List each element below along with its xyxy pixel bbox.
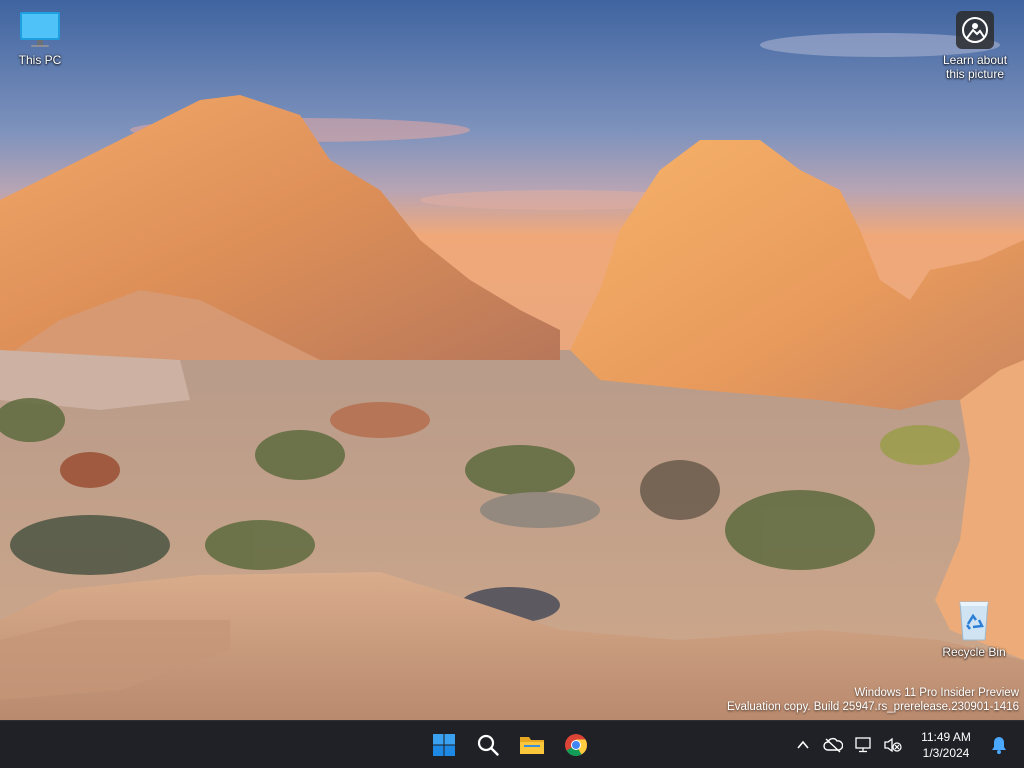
- desktop[interactable]: This PC Learn about this picture Recycle…: [0, 0, 1024, 720]
- watermark-line-edition: Windows 11 Pro Insider Preview: [854, 687, 1019, 699]
- search-icon: [477, 734, 499, 756]
- search-button[interactable]: [468, 725, 508, 765]
- notifications-button[interactable]: [984, 725, 1014, 765]
- clock[interactable]: 11:49 AM 1/3/2024: [914, 729, 978, 761]
- folder-icon: [520, 737, 544, 754]
- onedrive-button[interactable]: [818, 725, 848, 765]
- taskbar-pinned-apps: [424, 725, 596, 765]
- show-hidden-icons-button[interactable]: [788, 725, 818, 765]
- desktop-icon-learn-about-picture[interactable]: Learn about this picture: [934, 10, 1016, 81]
- camera-spotlight-icon: [956, 11, 994, 49]
- windows-logo-icon: [433, 734, 455, 756]
- monitor-icon: [20, 12, 60, 47]
- taskbar: 11:49 AM 1/3/2024: [0, 720, 1024, 768]
- wallpaper-image: [0, 0, 1024, 720]
- chrome-icon: [565, 734, 587, 756]
- volume-muted-icon: [884, 737, 902, 753]
- watermark-line-build: Evaluation copy. Build 25947.rs_prerelea…: [727, 701, 1019, 713]
- chrome-button[interactable]: [556, 725, 596, 765]
- clock-date: 1/3/2024: [922, 746, 970, 760]
- desktop-icon-label: Learn about this picture: [942, 53, 1008, 81]
- cloud-offline-icon: [823, 737, 843, 753]
- desktop-icon-recycle-bin[interactable]: Recycle Bin: [934, 598, 1014, 659]
- system-tray: 11:49 AM 1/3/2024: [788, 721, 1024, 768]
- recycle-bin-icon: [959, 601, 989, 641]
- desktop-icon-label: Recycle Bin: [942, 645, 1006, 659]
- start-button[interactable]: [424, 725, 464, 765]
- desktop-icon-this-pc[interactable]: This PC: [0, 10, 80, 67]
- chevron-up-icon: [797, 740, 809, 749]
- volume-button[interactable]: [878, 725, 908, 765]
- evaluation-watermark: Windows 11 Pro Insider Preview Evaluatio…: [727, 686, 1019, 714]
- file-explorer-button[interactable]: [512, 725, 552, 765]
- desktop-icon-label: This PC: [18, 53, 62, 67]
- network-button[interactable]: [848, 725, 878, 765]
- clock-time: 11:49 AM: [921, 730, 971, 744]
- notification-bell-icon: [992, 737, 1006, 754]
- network-icon: [855, 737, 871, 753]
